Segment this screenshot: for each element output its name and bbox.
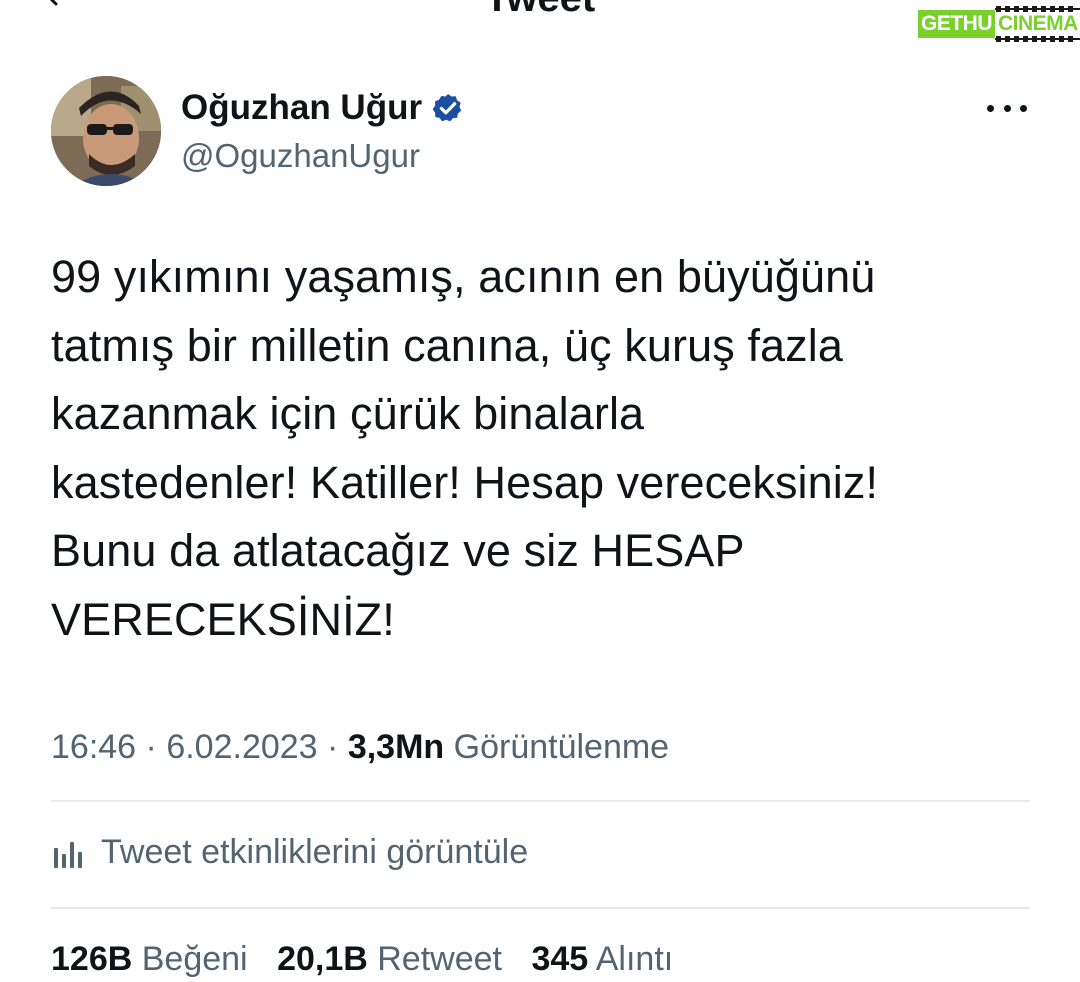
film-strip-icon: [996, 36, 1076, 42]
author-name-row[interactable]: Oğuzhan Uğur: [181, 88, 464, 128]
meta-separator: ·: [145, 728, 157, 766]
quotes-count[interactable]: 345: [531, 940, 588, 978]
dot: [1020, 104, 1027, 112]
tweet-activity-label[interactable]: Tweet etkinliklerini görüntüle: [101, 829, 528, 875]
analytics-bars-icon: [54, 842, 82, 868]
tweet-time[interactable]: 16:46: [51, 728, 136, 766]
retweets-label[interactable]: Retweet: [377, 940, 502, 978]
verified-badge-icon: [432, 94, 462, 122]
quotes-label[interactable]: Alıntı: [596, 940, 673, 978]
tweet-text: 99 yıkımını yaşamış, acının en büyüğünü …: [51, 251, 879, 645]
film-strip-icon: [996, 6, 1076, 12]
more-horizontal-icon[interactable]: [985, 96, 1029, 120]
watermark-logo: GETHU CINEMA: [918, 6, 1080, 42]
meta-separator: ·: [327, 728, 339, 766]
views-label: Görüntülenme: [453, 728, 670, 766]
divider: [51, 907, 1030, 909]
divider: [51, 800, 1030, 802]
avatar[interactable]: [51, 76, 161, 186]
watermark-left: GETHU: [918, 10, 995, 38]
author-handle[interactable]: @OguzhanUgur: [181, 136, 420, 176]
retweets-count[interactable]: 20,1B: [277, 940, 368, 978]
likes-count[interactable]: 126B: [51, 940, 132, 978]
tweet-activity-link[interactable]: Tweet etkinliklerini görüntüle: [51, 829, 528, 875]
avatar-photo: [51, 76, 161, 186]
tweet-meta: 16:46 · 6.02.2023 · 3,3Mn Görüntülenme: [51, 724, 669, 770]
tweet-date[interactable]: 6.02.2023: [166, 728, 317, 766]
views-count: 3,3Mn: [347, 728, 445, 766]
dot: [987, 104, 994, 112]
author-display-name[interactable]: Oğuzhan Uğur: [181, 88, 422, 128]
tweet-stats: 126B Beğeni 20,1B Retweet 345 Alıntı: [51, 936, 673, 982]
likes-label[interactable]: Beğeni: [142, 940, 248, 978]
dot: [1003, 104, 1011, 112]
